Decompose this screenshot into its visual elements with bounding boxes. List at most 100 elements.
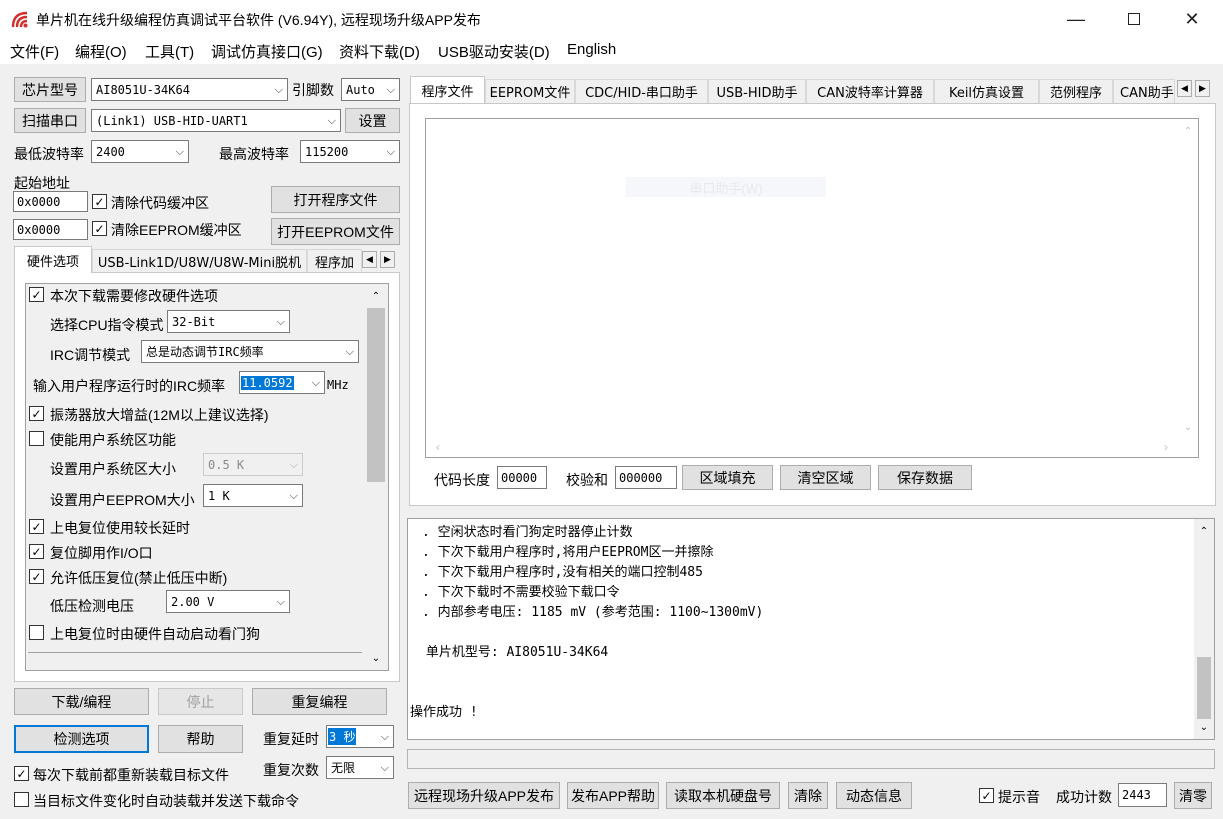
chevron-up-icon[interactable]: ⌃ xyxy=(1194,521,1214,541)
watchdog-checkbox[interactable] xyxy=(29,625,44,640)
reload-before-download-label: 每次下载前都重新装载目标文件 xyxy=(33,767,229,783)
download-program-button[interactable]: 下载/编程 xyxy=(14,688,149,715)
repeat-count-select[interactable]: 无限 ⌵ xyxy=(326,756,394,779)
clear-eeprom-checkbox[interactable]: ✓ xyxy=(92,221,107,236)
chevron-left-icon[interactable]: ‹ xyxy=(428,437,448,457)
min-baud-select[interactable]: 2400 ⌵ xyxy=(91,140,189,163)
clear-log-button[interactable]: 清除 xyxy=(788,782,828,809)
max-baud-select[interactable]: 115200 ⌵ xyxy=(300,140,400,163)
tab-can-baud-calc[interactable]: CAN波特率计算器 xyxy=(806,79,934,103)
auto-load-checkbox[interactable] xyxy=(14,792,29,807)
code-address-input[interactable]: 0x0000 xyxy=(13,191,88,212)
read-disk-id-button[interactable]: 读取本机硬盘号 xyxy=(666,782,780,809)
chevron-down-icon[interactable]: ⌄ xyxy=(1178,417,1198,437)
user-eeprom-size-value: 1 K xyxy=(208,488,230,503)
hex-editor-area[interactable]: 串口助手(W) ⌃ ⌄ ‹ › xyxy=(425,118,1199,458)
menu-file[interactable]: 文件(F) xyxy=(10,41,59,62)
repeat-delay-select[interactable]: 3 秒 ⌵ xyxy=(326,725,394,748)
fill-area-button[interactable]: 区域填充 xyxy=(682,465,773,490)
dynamic-info-button[interactable]: 动态信息 xyxy=(836,782,912,809)
tab-usb-link-offline[interactable]: USB-Link1D/U8W/U8W-Mini脱机 xyxy=(92,249,307,273)
caret-left-icon: ◀ xyxy=(1181,83,1188,93)
menu-downloads[interactable]: 资料下载(D) xyxy=(339,41,420,62)
irc-frequency-label: 输入用户程序运行时的IRC频率 xyxy=(33,378,226,394)
close-button[interactable]: ✕ xyxy=(1163,0,1221,38)
tab-eeprom-file[interactable]: EEPROM文件 xyxy=(485,79,575,103)
options-scroll-thumb[interactable] xyxy=(367,308,385,482)
tab-program-file[interactable]: 程序文件 xyxy=(410,76,485,103)
open-program-file-button[interactable]: 打开程序文件 xyxy=(271,186,400,213)
clear-code-checkbox[interactable]: ✓ xyxy=(92,194,107,209)
irc-adjust-select[interactable]: 总是动态调节IRC频率 ⌵ xyxy=(141,340,359,363)
reload-before-download-checkbox[interactable]: ✓ xyxy=(14,766,29,781)
eeprom-address-input[interactable]: 0x0000 xyxy=(13,219,88,240)
tab-usb-hid-helper[interactable]: USB-HID助手 xyxy=(708,79,806,103)
repeat-program-button[interactable]: 重复编程 xyxy=(252,688,387,715)
chevron-down-icon[interactable]: ⌄ xyxy=(364,646,388,670)
log-line: . 下次下载用户程序时,将用户EEPROM区一并擦除 xyxy=(422,545,714,560)
remote-upgrade-button[interactable]: 远程现场升级APP发布 xyxy=(408,782,560,809)
right-tab-scroll-right[interactable]: ▶ xyxy=(1195,80,1210,97)
tab-keil-sim[interactable]: Keil仿真设置 xyxy=(934,79,1039,103)
open-eeprom-file-button[interactable]: 打开EEPROM文件 xyxy=(271,218,400,245)
tab-can-helper[interactable]: CAN助手 xyxy=(1113,79,1175,103)
menu-english[interactable]: English xyxy=(567,41,616,58)
tab-hardware-options[interactable]: 硬件选项 xyxy=(14,246,92,273)
max-baud-label: 最高波特率 xyxy=(219,146,289,162)
menu-usb-driver[interactable]: USB驱动安装(D) xyxy=(438,41,550,62)
irc-frequency-select[interactable]: 11.0592 ⌵ xyxy=(239,371,325,394)
code-length-value: 00000 xyxy=(497,466,547,489)
log-scrollbar[interactable]: ⌃ ⌄ xyxy=(1194,519,1214,739)
tab-scroll-right[interactable]: ▶ xyxy=(380,251,395,268)
reset-count-button[interactable]: 清零 xyxy=(1174,782,1212,809)
right-tab-scroll-left[interactable]: ◀ xyxy=(1177,80,1192,97)
save-data-button[interactable]: 保存数据 xyxy=(878,465,972,490)
tab-cdc-hid-serial[interactable]: CDC/HID-串口助手 xyxy=(575,79,708,103)
chip-model-select[interactable]: AI8051U-34K64 ⌵ xyxy=(91,78,288,101)
menu-debug[interactable]: 调试仿真接口(G) xyxy=(211,41,323,62)
maximize-button[interactable] xyxy=(1105,0,1163,38)
tab-examples[interactable]: 范例程序 xyxy=(1039,79,1113,103)
repeat-count-value: 无限 xyxy=(331,761,356,775)
modify-hardware-checkbox[interactable]: ✓ xyxy=(29,287,44,302)
chevron-down-icon[interactable]: ⌄ xyxy=(1194,717,1214,737)
clear-eeprom-label: 清除EEPROM缓冲区 xyxy=(111,222,242,238)
hex-hscroll[interactable]: ‹ › xyxy=(426,437,1178,457)
tab-scroll-left[interactable]: ◀ xyxy=(362,251,377,268)
pin-count-select[interactable]: Auto ⌵ xyxy=(341,78,400,101)
clear-area-button[interactable]: 清空区域 xyxy=(780,465,871,490)
minimize-button[interactable]: — xyxy=(1047,0,1105,38)
chevron-down-icon: ⌵ xyxy=(289,488,298,502)
log-scroll-thumb[interactable] xyxy=(1197,657,1211,719)
scan-port-button[interactable]: 扫描串口 xyxy=(14,108,86,133)
options-scrollbar[interactable]: ⌃ ⌄ xyxy=(364,284,388,670)
cpu-mode-select[interactable]: 32-Bit ⌵ xyxy=(167,310,290,333)
oscillator-gain-checkbox[interactable]: ✓ xyxy=(29,406,44,421)
tab-program-encrypt[interactable]: 程序加 xyxy=(307,249,362,273)
stop-button[interactable]: 停止 xyxy=(158,688,243,715)
hex-vscroll[interactable]: ⌃ ⌄ xyxy=(1178,119,1198,437)
user-system-area-checkbox[interactable] xyxy=(29,431,44,446)
help-button[interactable]: 帮助 xyxy=(158,725,243,753)
chevron-up-icon[interactable]: ⌃ xyxy=(1178,121,1198,141)
port-select[interactable]: (Link1) USB-HID-UART1 ⌵ xyxy=(91,109,341,132)
chevron-right-icon[interactable]: › xyxy=(1156,437,1176,457)
app-help-button[interactable]: 发布APP帮助 xyxy=(567,782,659,809)
chevron-up-icon[interactable]: ⌃ xyxy=(364,284,388,308)
user-system-size-select[interactable]: 0.5 K ⌵ xyxy=(203,453,303,476)
repeat-count-label: 重复次数 xyxy=(263,762,319,778)
check-options-button[interactable]: 检测选项 xyxy=(14,725,149,753)
low-voltage-reset-checkbox[interactable]: ✓ xyxy=(29,569,44,584)
log-output[interactable]: . 空闲状态时看门狗定时器停止计数 . 下次下载用户程序时,将用户EEPROM区… xyxy=(407,518,1215,740)
reset-pin-io-checkbox[interactable]: ✓ xyxy=(29,544,44,559)
user-system-size-label: 设置用户系统区大小 xyxy=(50,461,176,477)
port-settings-button[interactable]: 设置 xyxy=(345,108,400,133)
menu-tools[interactable]: 工具(T) xyxy=(145,41,194,62)
prompt-sound-label: 提示音 xyxy=(998,789,1040,805)
chip-model-button[interactable]: 芯片型号 xyxy=(14,77,86,102)
low-voltage-detect-select[interactable]: 2.00 V ⌵ xyxy=(166,590,290,613)
user-eeprom-size-select[interactable]: 1 K ⌵ xyxy=(203,484,303,507)
menu-program[interactable]: 编程(O) xyxy=(75,41,127,62)
prompt-sound-checkbox[interactable]: ✓ xyxy=(979,788,994,803)
long-delay-checkbox[interactable]: ✓ xyxy=(29,519,44,534)
